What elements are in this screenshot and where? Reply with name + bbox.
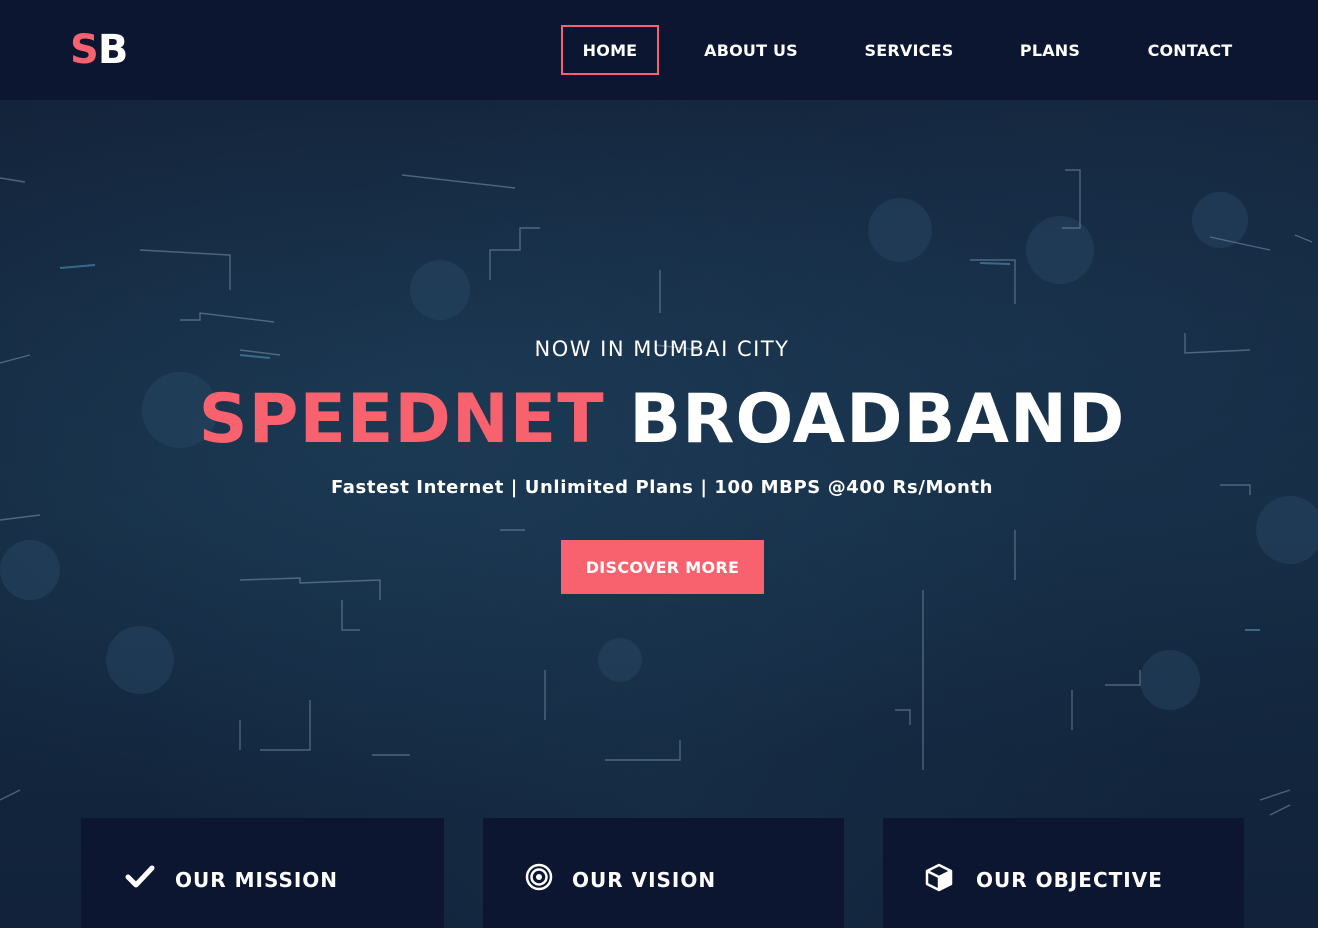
circuit-background bbox=[0, 169, 1318, 816]
card-objective[interactable]: OUR OBJECTIVE bbox=[883, 818, 1244, 928]
card-title-objective: OUR OBJECTIVE bbox=[976, 868, 1163, 892]
nav-item-about-us[interactable]: ABOUT US bbox=[690, 25, 812, 75]
headline-accent: SPEEDNET bbox=[198, 380, 605, 459]
main-nav: HOME ABOUT US SERVICES PLANS CONTACT bbox=[0, 25, 1318, 75]
nav-item-plans[interactable]: PLANS bbox=[1005, 25, 1095, 75]
target-icon bbox=[525, 863, 553, 891]
discover-more-button[interactable]: DISCOVER MORE bbox=[561, 540, 764, 594]
nav-item-services[interactable]: SERVICES bbox=[850, 25, 968, 75]
card-vision[interactable]: OUR VISION bbox=[483, 818, 844, 928]
hero-tagline: Fastest Internet | Unlimited Plans | 100… bbox=[330, 477, 994, 498]
site-header: SB HOME ABOUT US SERVICES PLANS CONTACT bbox=[0, 0, 1318, 100]
hero-headline: SPEEDNET BROADBAND bbox=[0, 380, 1318, 460]
hero-section: NOW IN MUMBAI CITY SPEEDNET BROADBAND Fa… bbox=[0, 100, 1318, 928]
headline-rest: BROADBAND bbox=[629, 380, 1126, 459]
card-title-mission: OUR MISSION bbox=[175, 868, 339, 892]
checkmark-icon bbox=[125, 865, 155, 888]
nav-item-contact[interactable]: CONTACT bbox=[1133, 25, 1247, 75]
cube-icon bbox=[925, 863, 953, 892]
card-mission[interactable]: OUR MISSION bbox=[81, 818, 444, 928]
hero-eyebrow: NOW IN MUMBAI CITY bbox=[534, 337, 790, 361]
nav-item-home[interactable]: HOME bbox=[561, 25, 659, 75]
card-title-vision: OUR VISION bbox=[572, 868, 717, 892]
